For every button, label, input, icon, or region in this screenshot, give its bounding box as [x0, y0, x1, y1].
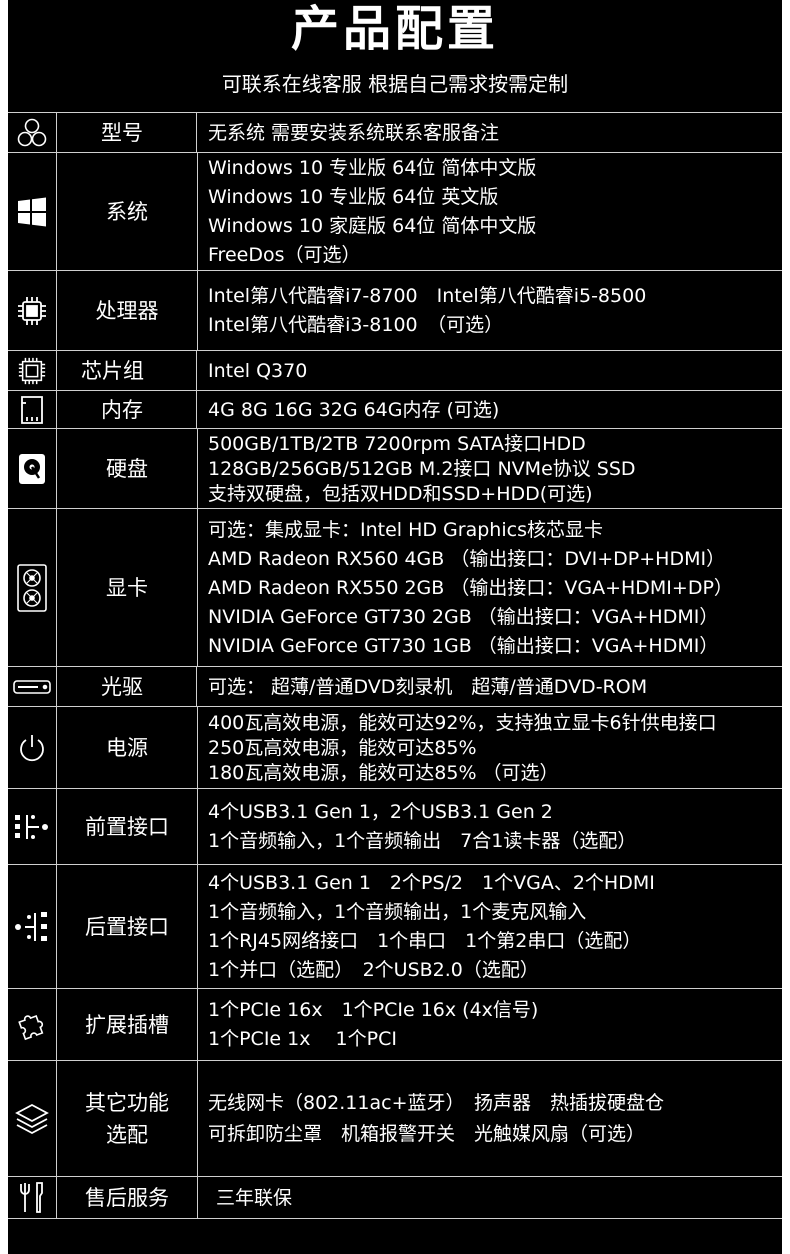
table-row-other-options: 其它功能 选配 无线网卡（802.11ac+蓝牙） 扬声器 热插拔硬盘仓 可拆卸…: [8, 1060, 782, 1177]
tools-icon: [8, 1177, 57, 1219]
spec-value: 1个RJ45网络接口 1个串口 1个第2串口（选配）: [208, 930, 642, 952]
spec-values: 4个USB3.1 Gen 1，2个USB3.1 Gen 2 1个音频输入，1个音…: [208, 789, 778, 865]
spec-values: Intel Q370: [208, 351, 778, 391]
spec-values: 4G 8G 16G 32G 64G内存 (可选): [208, 391, 778, 429]
spec-value: 可选： 超薄/普通DVD刻录机 超薄/普通DVD-ROM: [208, 676, 648, 698]
spec-value: Windows 10 家庭版 64位 简体中文版: [208, 215, 537, 237]
spec-value: 支持双硬盘，包括双HDD和SSD+HDD(可选): [208, 482, 593, 505]
spec-value: Intel第八代酷睿i7-8700 Intel第八代酷睿i5-8500: [208, 285, 647, 307]
puzzle-icon: [8, 989, 57, 1061]
table-row-cpu: 处理器 Intel第八代酷睿i7-8700 Intel第八代酷睿i5-8500 …: [8, 270, 782, 351]
spec-value: Windows 10 专业版 64位 简体中文版: [208, 157, 537, 179]
spec-value: 1个并口（选配） 2个USB2.0（选配）: [208, 959, 539, 981]
spec-label: 系统: [57, 153, 198, 271]
spec-value: 500GB/1TB/2TB 7200rpm SATA接口HDD: [208, 432, 586, 455]
spec-value: 1个PCIe 16x 1个PCIe 16x (4x信号): [208, 999, 539, 1021]
table-row-os: 系统 Windows 10 专业版 64位 简体中文版 Windows 10 专…: [8, 152, 782, 271]
front-ports-icon: [8, 789, 57, 865]
spec-value: Intel第八代酷睿i3-8100 （可选）: [208, 314, 504, 336]
hard-disk-icon: [8, 429, 57, 509]
spec-value: 1个音频输入，1个音频输出 7合1读卡器（选配）: [208, 830, 637, 852]
windows-logo-icon: [8, 153, 57, 271]
spec-values: 可选：集成显卡：Intel HD Graphics核芯显卡 AMD Radeon…: [208, 509, 778, 667]
spec-value: AMD Radeon RX550 2GB （输出接口：VGA+HDMI+DP）: [208, 576, 733, 599]
spec-values: 4个USB3.1 Gen 1 2个PS/2 1个VGA、2个HDMI 1个音频输…: [208, 865, 778, 989]
spec-label: 其它功能 选配: [57, 1061, 198, 1177]
spec-value: 无系统 需要安装系统联系客服备注: [208, 122, 500, 144]
spec-value: 4个USB3.1 Gen 1 2个PS/2 1个VGA、2个HDMI: [208, 872, 655, 894]
spec-label: 电源: [57, 707, 198, 789]
spec-value: 三年联保: [216, 1187, 293, 1209]
optical-drive-icon: [8, 667, 57, 707]
spec-table: 型号 无系统 需要安装系统联系客服备注 系统 Windows 10 专业版 64…: [8, 112, 782, 1219]
spec-label: 芯片组: [57, 351, 197, 391]
spec-label: 售后服务: [57, 1177, 198, 1219]
spec-value: 无线网卡（802.11ac+蓝牙） 扬声器 热插拔硬盘仓: [208, 1092, 664, 1114]
power-icon: [8, 707, 57, 789]
spec-value: NVIDIA GeForce GT730 1GB （输出接口：VGA+HDMI）: [208, 634, 719, 657]
spec-label: 光驱: [57, 667, 197, 707]
spec-label: 内存: [57, 391, 197, 429]
spec-label: 前置接口: [57, 789, 198, 865]
cpu-chip-icon: [8, 271, 57, 351]
spec-value: 250瓦高效电源，能效可达85%: [208, 736, 477, 759]
table-row-front-ports: 前置接口 4个USB3.1 Gen 1，2个USB3.1 Gen 2 1个音频输…: [8, 788, 782, 865]
table-row-memory: 内存 4G 8G 16G 32G 64G内存 (可选): [8, 390, 782, 429]
page-title: 产品配置: [290, 1, 499, 57]
spec-value: 1个音频输入，1个音频输出，1个麦克风输入: [208, 901, 587, 923]
table-row-storage: 硬盘 500GB/1TB/2TB 7200rpm SATA接口HDD 128GB…: [8, 428, 782, 509]
spec-value: 可选：集成显卡：Intel HD Graphics核芯显卡: [208, 518, 603, 541]
table-bottom-rule: [8, 1218, 782, 1219]
spec-value: 400瓦高效电源，能效可达92%，支持独立显卡6针供电接口: [208, 711, 717, 734]
spec-value: FreeDos（可选）: [208, 244, 361, 266]
spec-value: AMD Radeon RX560 4GB （输出接口：DVI+DP+HDMI）: [208, 547, 726, 570]
spec-label: 扩展插槽: [57, 989, 198, 1061]
layers-icon: [8, 1061, 57, 1177]
spec-value: Intel Q370: [208, 360, 308, 382]
table-row-model: 型号 无系统 需要安装系统联系客服备注: [8, 112, 782, 153]
spec-values: 可选： 超薄/普通DVD刻录机 超薄/普通DVD-ROM: [208, 667, 778, 707]
spec-value: 180瓦高效电源，能效可达85% （可选）: [208, 761, 559, 784]
spec-value: 128GB/256GB/512GB M.2接口 NVMe协议 SSD: [208, 457, 636, 480]
spec-values: 三年联保: [208, 1177, 778, 1219]
spec-values: Windows 10 专业版 64位 简体中文版 Windows 10 专业版 …: [208, 153, 778, 271]
spec-value: 可拆卸防尘罩 机箱报警开关 光触媒风扇（可选）: [208, 1123, 646, 1145]
spec-values: 无系统 需要安装系统联系客服备注: [208, 113, 778, 153]
spec-values: 无线网卡（802.11ac+蓝牙） 扬声器 热插拔硬盘仓 可拆卸防尘罩 机箱报警…: [208, 1061, 778, 1177]
spec-values: 1个PCIe 16x 1个PCIe 16x (4x信号) 1个PCIe 1x 1…: [208, 989, 778, 1061]
spec-label: 后置接口: [57, 865, 198, 989]
spec-label: 型号: [57, 113, 197, 153]
graphics-card-icon: [8, 509, 57, 667]
spec-values: 500GB/1TB/2TB 7200rpm SATA接口HDD 128GB/25…: [208, 429, 778, 509]
memory-card-icon: [8, 391, 57, 429]
table-row-rear-ports: 后置接口 4个USB3.1 Gen 1 2个PS/2 1个VGA、2个HDMI …: [8, 864, 782, 989]
table-row-gpu: 显卡 可选：集成显卡：Intel HD Graphics核芯显卡 AMD Rad…: [8, 508, 782, 667]
table-row-after-sales: 售后服务 三年联保: [8, 1176, 782, 1219]
page-subtitle: 可联系在线客服 根据自己需求按需定制: [221, 72, 569, 96]
abc-model-icon: [8, 113, 57, 153]
table-row-optical: 光驱 可选： 超薄/普通DVD刻录机 超薄/普通DVD-ROM: [8, 666, 782, 707]
table-row-power: 电源 400瓦高效电源，能效可达92%，支持独立显卡6针供电接口 250瓦高效电…: [8, 706, 782, 789]
chipset-icon: [8, 351, 57, 391]
spec-values: 400瓦高效电源，能效可达92%，支持独立显卡6针供电接口 250瓦高效电源，能…: [208, 707, 778, 789]
spec-label: 显卡: [57, 509, 198, 667]
spec-sheet: 产品配置 可联系在线客服 根据自己需求按需定制 型号 无系统 需要安装系统联系客…: [8, 0, 782, 1254]
rear-ports-icon: [8, 865, 57, 989]
spec-values: Intel第八代酷睿i7-8700 Intel第八代酷睿i5-8500 Inte…: [208, 271, 778, 351]
spec-value: 4个USB3.1 Gen 1，2个USB3.1 Gen 2: [208, 801, 553, 823]
table-row-expansion: 扩展插槽 1个PCIe 16x 1个PCIe 16x (4x信号) 1个PCIe…: [8, 988, 782, 1061]
spec-label: 硬盘: [57, 429, 198, 509]
spec-value: 4G 8G 16G 32G 64G内存 (可选): [208, 399, 500, 421]
table-row-chipset: 芯片组 Intel Q370: [8, 350, 782, 391]
spec-value: NVIDIA GeForce GT730 2GB （输出接口：VGA+HDMI）: [208, 605, 719, 628]
spec-label: 处理器: [57, 271, 198, 351]
spec-value: 1个PCIe 1x 1个PCI: [208, 1028, 397, 1050]
spec-value: Windows 10 专业版 64位 英文版: [208, 186, 499, 208]
